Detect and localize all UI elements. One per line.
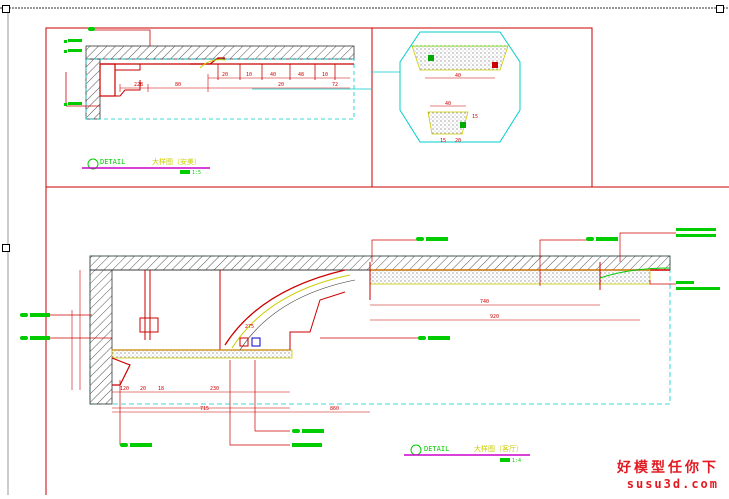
- detail-label: DETAIL: [100, 158, 125, 166]
- bottom-dim-label: 18: [158, 386, 164, 392]
- top-detail-section: 228 80 20 10 40 48 10 20 72: [64, 27, 372, 120]
- frame-grip-top-right-2[interactable]: [716, 5, 724, 13]
- detail-label: DETAIL: [424, 445, 449, 453]
- bottom-dim-label: 20: [140, 386, 146, 392]
- bottom-dim-label: 230: [210, 386, 219, 392]
- frame-grip-top-left[interactable]: [2, 5, 10, 13]
- detail-scale: 1:4: [512, 458, 521, 464]
- bottom-dim-label: 740: [480, 299, 489, 305]
- cad-drawing-canvas: 228 80 20 10 40 48 10 20 72 DETAIL 大样图（安…: [0, 0, 729, 495]
- detail-scale: 1:5: [192, 170, 201, 176]
- watermark-line2: susu3d.com: [626, 477, 719, 491]
- inset-dim-label: 15: [472, 114, 478, 120]
- watermark: 好模型任你下 susu3d.com: [617, 457, 719, 491]
- bottom-dim-label: 275: [245, 324, 254, 330]
- top-dim-label: 10: [246, 72, 252, 78]
- inset-detail-section: 40 40 15 15 20: [372, 31, 521, 144]
- inset-dim-label: 40: [455, 73, 461, 79]
- frame-grip-mid-left[interactable]: [2, 244, 10, 252]
- watermark-line1: 好模型任你下: [617, 460, 719, 476]
- top-dim-label: 48: [298, 72, 304, 78]
- inset-dim-label: 20: [455, 138, 461, 144]
- bottom-dim-label: 120: [120, 386, 129, 392]
- top-dim-label: 20: [222, 72, 228, 78]
- top-dim-label: 40: [270, 72, 276, 78]
- detail-title: 大样图（安美）: [152, 157, 201, 166]
- cad-drawing: 228 80 20 10 40 48 10 20 72 DETAIL 大样图（安…: [0, 7, 729, 495]
- bottom-dim-label: 860: [330, 406, 339, 412]
- top-dim-label: 72: [332, 82, 338, 88]
- bottom-detail-title-block: DETAIL 大样图（客厅） 1:4: [404, 444, 530, 464]
- bottom-dim-label: 715: [200, 406, 209, 412]
- main-detail-section: 740 920 120 20 18 230 715 860 275: [20, 228, 720, 447]
- inset-dim-label: 40: [445, 101, 451, 107]
- top-dim-label: 80: [175, 82, 181, 88]
- bottom-dim-label: 920: [490, 314, 499, 320]
- top-dim-label: 20: [278, 82, 284, 88]
- inset-dim-label: 15: [440, 138, 446, 144]
- detail-title: 大样图（客厅）: [474, 444, 523, 453]
- top-dim-label: 10: [322, 72, 328, 78]
- top-dim-label: 228: [134, 82, 143, 88]
- top-detail-title-block: DETAIL 大样图（安美） 1:5: [82, 157, 210, 176]
